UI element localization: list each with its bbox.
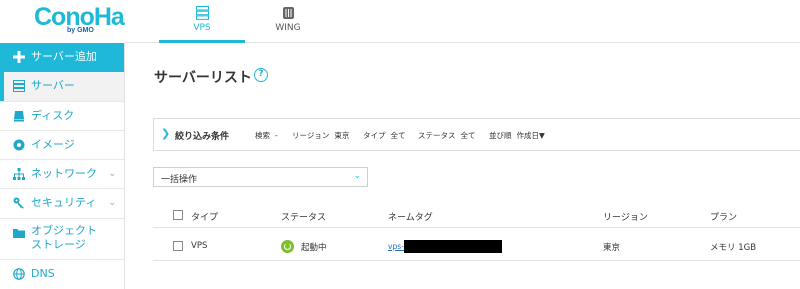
plus-icon — [13, 51, 25, 63]
filter-sort[interactable]: 並び順 作成日▼ — [489, 130, 545, 141]
page-title: サーバーリスト — [154, 70, 252, 86]
cell-type: VPS — [191, 241, 208, 251]
sidebar-item-label: ディスク — [31, 109, 75, 122]
sidebar-item-disk[interactable]: ディスク — [0, 102, 124, 131]
chevron-down-icon: ⌄ — [108, 169, 116, 179]
active-tab-indicator — [159, 40, 245, 43]
cell-region: 東京 — [603, 243, 621, 253]
column-header-status[interactable]: ステータス — [281, 210, 326, 223]
image-icon — [13, 139, 25, 151]
filter-value: 作成日▼ — [516, 131, 545, 140]
row-checkbox[interactable] — [173, 241, 183, 251]
sidebar-item-image[interactable]: イメージ — [0, 131, 124, 160]
filter-panel[interactable]: ❯ 絞り込み条件 検索 - リージョン 東京 タイプ 全て ステータス 全て 並び順 作成… — [153, 118, 800, 151]
sidebar-item-label: セキュリティ — [31, 196, 97, 209]
chevron-down-icon: ⌄ — [353, 171, 361, 181]
filter-value: 全て — [460, 131, 476, 140]
sidebar-item-label: サーバー追加 — [31, 50, 97, 63]
tab-wing-label: WING — [275, 23, 301, 33]
logo-sub: by GMO — [67, 27, 94, 34]
tab-vps[interactable]: VPS — [159, 0, 245, 43]
filter-type[interactable]: タイプ 全て — [363, 130, 406, 141]
help-icon[interactable]: ? — [254, 68, 268, 82]
filter-label: リージョン — [292, 131, 330, 140]
sidebar: サーバー追加 サーバー ディスク イメージ ネットワーク ⌄ セキュリティ ⌄ … — [0, 43, 125, 289]
conoha-control-panel: ConoHa by GMO VPS WING サーバー追加 サーバー ディスク … — [0, 0, 800, 289]
sidebar-item-label: DNS — [31, 267, 55, 280]
column-header-nametag[interactable]: ネームタグ — [388, 210, 433, 223]
filter-title: 絞り込み条件 — [175, 132, 230, 142]
key-icon — [13, 197, 24, 209]
column-header-plan[interactable]: プラン — [710, 210, 737, 223]
sidebar-item-label: オブジェクト ストレージ — [31, 224, 97, 251]
filter-region[interactable]: リージョン 東京 — [292, 130, 349, 141]
status-running-icon — [281, 240, 294, 253]
network-icon — [13, 168, 25, 180]
disk-icon — [14, 111, 24, 122]
globe-icon — [13, 268, 25, 280]
tab-vps-label: VPS — [193, 23, 211, 33]
filter-value: - — [275, 131, 278, 140]
sidebar-item-dns[interactable]: DNS — [0, 260, 124, 289]
server-icon — [13, 80, 25, 92]
wing-icon — [283, 7, 294, 19]
sidebar-item-label: サーバー — [31, 79, 75, 92]
chevron-right-icon: ❯ — [161, 127, 171, 140]
top-navigation: VPS WING — [125, 0, 800, 43]
bulk-action-label: 一括操作 — [161, 175, 198, 185]
filter-label: タイプ — [363, 131, 386, 140]
filter-label: 検索 — [255, 131, 270, 140]
sidebar-item-security[interactable]: セキュリティ ⌄ — [0, 189, 124, 218]
table-row[interactable]: VPS 起動中 vps- 東京 メモリ 1GB — [153, 231, 800, 261]
filter-search[interactable]: 検索 - — [255, 130, 278, 141]
logo-area[interactable]: ConoHa by GMO — [0, 0, 125, 42]
filter-status[interactable]: ステータス 全て — [418, 130, 476, 141]
filter-label: 並び順 — [489, 131, 512, 140]
filter-value: 全て — [390, 131, 406, 140]
filter-value: 東京 — [334, 131, 350, 140]
table-header: タイプ ステータス ネームタグ リージョン プラン — [153, 202, 800, 228]
column-header-region[interactable]: リージョン — [603, 210, 648, 223]
cell-plan: メモリ 1GB — [710, 243, 757, 253]
tab-wing[interactable]: WING — [245, 0, 331, 43]
filter-label: ステータス — [418, 131, 456, 140]
bulk-action-select[interactable]: 一括操作 ⌄ — [153, 167, 368, 187]
redacted-block — [404, 240, 502, 253]
sidebar-item-add-server[interactable]: サーバー追加 — [0, 43, 124, 72]
cell-status: 起動中 — [301, 243, 327, 253]
sidebar-item-server[interactable]: サーバー — [0, 72, 124, 101]
column-header-type[interactable]: タイプ — [191, 210, 218, 223]
folder-icon — [13, 229, 25, 238]
cell-nametag-link[interactable]: vps- — [388, 242, 404, 251]
select-all-checkbox[interactable] — [173, 210, 183, 220]
sidebar-item-object-storage[interactable]: オブジェクト ストレージ — [0, 219, 124, 259]
sidebar-item-label: イメージ — [31, 138, 75, 151]
sidebar-item-label: ネットワーク — [31, 167, 97, 180]
server-stack-icon — [196, 6, 209, 20]
chevron-down-icon: ⌄ — [108, 198, 116, 208]
sidebar-item-network[interactable]: ネットワーク ⌄ — [0, 160, 124, 189]
